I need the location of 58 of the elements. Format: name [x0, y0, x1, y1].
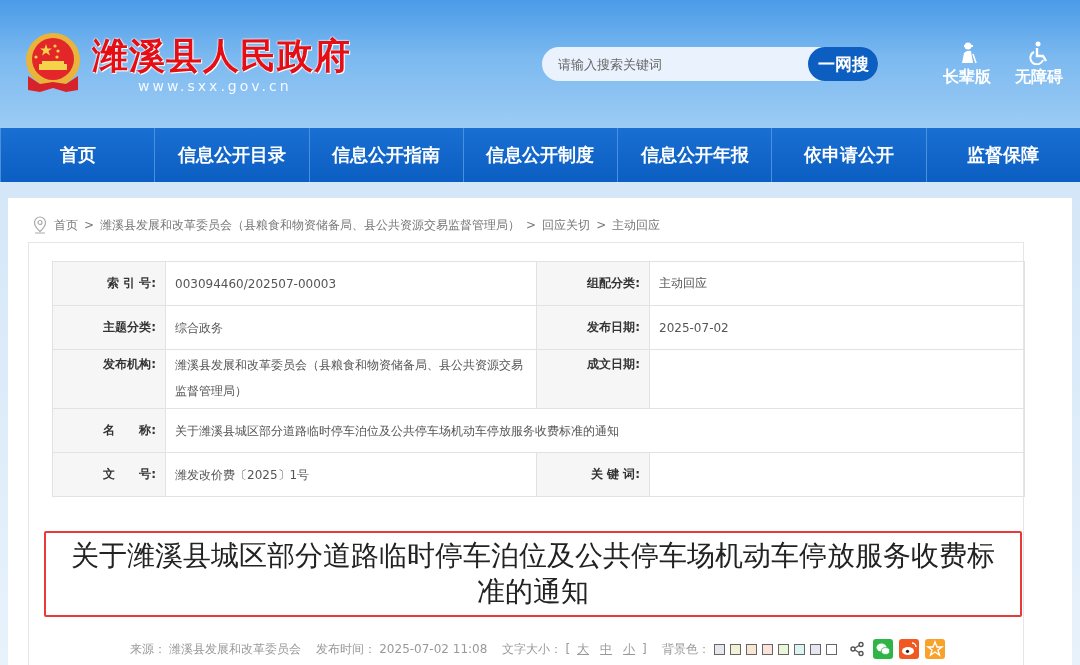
background-color-swatch[interactable] [713, 643, 725, 655]
nav-link[interactable]: 监督保障 [925, 128, 1080, 182]
breadcrumb-link[interactable]: 潍溪县发展和改革委员会（县粮食和物资储备局、县公共资源交易监督管理局） [100, 216, 521, 234]
publish-time-label: 发布时间： [316, 640, 377, 658]
font-size-link[interactable]: 大 [577, 640, 590, 658]
breadcrumb-separator: > [596, 218, 607, 232]
field-value: 关于潍溪县城区部分道路临时停车泊位及公共停车场机动车停放服务收费标准的通知 [165, 408, 1025, 453]
nav-link[interactable]: 依申请公开 [771, 128, 926, 182]
nav-link[interactable]: 信息公开指南 [308, 128, 463, 182]
field-label: 文 号: [52, 452, 166, 497]
nav-link[interactable]: 信息公开制度 [462, 128, 618, 182]
bracket: ] [642, 642, 647, 656]
article-title: 关于潍溪县城区部分道路临时停车泊位及公共停车场机动车停放服务收费标准的通知 [44, 531, 1022, 617]
field-value: 综合政务 [165, 305, 537, 350]
field-label: 组配分类: [536, 261, 650, 306]
weibo-icon[interactable] [898, 639, 919, 659]
background-color-swatch[interactable] [825, 643, 837, 655]
bracket: [ [565, 642, 571, 656]
search-button[interactable]: 一网搜 [808, 47, 878, 81]
field-value: 2025-07-02 [649, 305, 1025, 350]
background-color-swatch[interactable] [761, 643, 773, 655]
location-pin-icon [32, 216, 48, 234]
nav-link[interactable]: 信息公开年报 [617, 128, 772, 182]
background-color-swatch[interactable] [777, 643, 789, 655]
field-value: 003094460/202507-00003 [165, 261, 537, 306]
nav-link[interactable]: 首页 [0, 128, 155, 182]
publish-time-value: 2025-07-02 11:08 [379, 642, 488, 656]
breadcrumb-separator: > [526, 218, 537, 232]
font-size-link[interactable]: 中 [600, 640, 613, 658]
breadcrumb-link[interactable]: 首页 [54, 216, 78, 234]
wechat-icon[interactable] [872, 639, 893, 659]
breadcrumb-separator: > [84, 218, 95, 232]
field-label: 发布日期: [536, 305, 650, 350]
background-color-label: 背景色： [661, 640, 710, 658]
font-size-link[interactable]: 小 [623, 640, 636, 658]
field-label: 主题分类: [52, 305, 166, 350]
breadcrumb-link[interactable]: 主动回应 [612, 216, 661, 234]
field-label: 关 键 词: [536, 452, 650, 497]
field-value: 潍发改价费〔2025〕1号 [165, 452, 537, 497]
background-color-swatch[interactable] [809, 643, 821, 655]
search-field[interactable]: 请输入搜索关键词 一网搜 [542, 47, 878, 81]
field-label: 发布机构: [52, 349, 166, 409]
field-label: 索 引 号: [52, 261, 166, 306]
breadcrumb-link[interactable]: 回应关切 [542, 216, 591, 234]
nav-link[interactable]: 信息公开目录 [154, 128, 309, 182]
site-url: www.sxx.gov.cn [138, 78, 292, 94]
source-label: 来源： [130, 640, 167, 658]
source-value: 潍溪县发展和改革委员会 [169, 640, 302, 658]
star-icon[interactable] [924, 639, 945, 659]
field-label: 名 称: [52, 408, 166, 453]
font-size-label: 文字大小： [502, 640, 563, 658]
background-color-swatch[interactable] [793, 643, 805, 655]
site-name: 潍溪县人民政府 [92, 34, 351, 78]
field-label: 成文日期: [536, 349, 650, 409]
field-value: 潍溪县发展和改革委员会（县粮食和物资储备局、县公共资源交易监督管理局） [165, 349, 537, 409]
background-color-swatch[interactable] [729, 643, 741, 655]
field-value: 主动回应 [649, 261, 1025, 306]
background-color-swatch[interactable] [745, 643, 757, 655]
